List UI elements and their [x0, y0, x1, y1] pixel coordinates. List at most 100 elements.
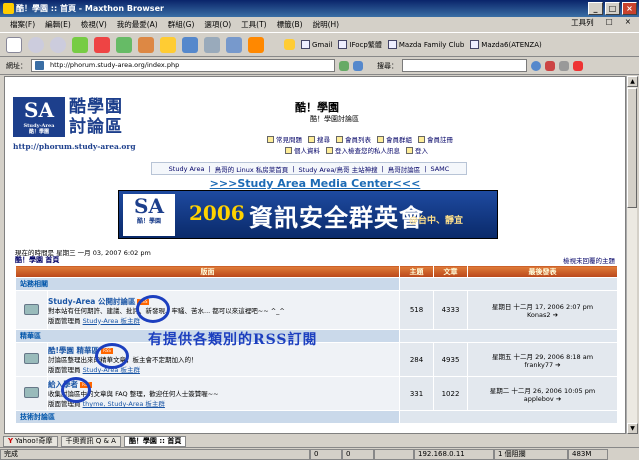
- favorite-link-mazda6[interactable]: Mazda6(ATENZA): [470, 40, 542, 49]
- menu-edit[interactable]: 編輯(E): [45, 19, 71, 30]
- forward-icon[interactable]: [50, 36, 66, 53]
- layout-icon[interactable]: [204, 36, 220, 53]
- message-icon: [326, 146, 333, 154]
- menu-favorites[interactable]: 我的最愛(A): [117, 19, 158, 30]
- dropdown-icon[interactable]: [353, 60, 363, 71]
- logo-url: http://phorum.study-area.org: [13, 142, 136, 151]
- new-page-icon[interactable]: [6, 36, 22, 53]
- home-icon[interactable]: [138, 36, 154, 53]
- nav-row-primary: 常見問題 搜尋 會員列表 會員群組 會員註冊: [267, 134, 453, 144]
- nav-search[interactable]: 搜尋: [308, 134, 330, 144]
- banner-year: 2006: [189, 201, 245, 225]
- menu-help[interactable]: 說明(H): [313, 19, 340, 30]
- category-name[interactable]: 技術討論區: [15, 410, 400, 424]
- menu-tabs[interactable]: 標籤(B): [277, 19, 303, 30]
- link-separator: |: [381, 164, 384, 173]
- nav-profile[interactable]: 個人資料: [285, 145, 320, 155]
- tab-label: Yahoo!奇摩: [15, 437, 53, 445]
- link-site-search[interactable]: Study Area/鳥哥 主站神搜: [299, 164, 378, 174]
- minimize-button[interactable]: _: [588, 2, 603, 15]
- members-icon: [336, 135, 343, 143]
- nav-pm[interactable]: 登入檢查您的私人訊息: [326, 145, 400, 155]
- search-input[interactable]: [402, 59, 527, 72]
- open-icon[interactable]: [72, 36, 88, 53]
- status-text: 完成: [0, 448, 310, 460]
- nav-groups[interactable]: 會員群組: [377, 134, 412, 144]
- favorite-link-gmail[interactable]: Gmail: [301, 40, 332, 49]
- menu-groups[interactable]: 群組(G): [168, 19, 195, 30]
- favorites-star-icon[interactable]: [160, 36, 176, 53]
- close-button[interactable]: ×: [622, 2, 637, 15]
- add-favorite-icon[interactable]: [284, 39, 295, 50]
- moderators-link[interactable]: Study-Area 板主群: [83, 317, 140, 325]
- media-center-link[interactable]: >>>Study Area Media Center<<<: [5, 177, 625, 190]
- window-title-bar[interactable]: 酷！學園 :: 首頁 - Maxthon Browser _ □ ×: [0, 0, 639, 17]
- favorite-link-ifocp[interactable]: IFocp繁體: [338, 40, 382, 50]
- vertical-scrollbar[interactable]: ▲ ▼: [626, 76, 638, 434]
- unanswered-topics-link[interactable]: 檢視未回覆的主題: [563, 255, 615, 265]
- go-icon[interactable]: [339, 60, 349, 71]
- back-icon[interactable]: [28, 36, 44, 53]
- post-count: 4333: [433, 290, 468, 330]
- tab-yahoo[interactable]: Y Yahoo!奇摩: [3, 435, 58, 447]
- link-study-area[interactable]: Study Area: [169, 165, 205, 173]
- last-post-user[interactable]: Konas2: [527, 311, 551, 319]
- scroll-down-icon[interactable]: ▼: [627, 423, 638, 434]
- scroll-thumb[interactable]: [627, 88, 637, 208]
- close-tab-button[interactable]: ×: [625, 17, 631, 28]
- nav-login[interactable]: 登入: [406, 145, 428, 155]
- restore-tab-button[interactable]: □: [606, 17, 613, 28]
- mail-icon[interactable]: [559, 60, 569, 71]
- address-input[interactable]: http://phorum.study-area.org/index.php: [31, 59, 335, 72]
- memory-usage: 483M: [568, 448, 608, 460]
- header-topics: 主題: [399, 265, 434, 278]
- tab-bar: Y Yahoo!奇摩 千奧資訊 Q & A 酷！學園 :: 首頁: [0, 435, 639, 447]
- menu-options[interactable]: 選項(O): [204, 19, 231, 30]
- last-post-user[interactable]: applebov: [524, 395, 554, 403]
- moderators-link[interactable]: thyme, Study-Area 板主群: [83, 400, 165, 408]
- scroll-up-icon[interactable]: ▲: [627, 76, 638, 87]
- rss-icon[interactable]: [248, 36, 264, 53]
- go-to-post-icon[interactable]: ➔: [555, 361, 560, 369]
- search-icon[interactable]: [531, 60, 541, 71]
- undo-icon[interactable]: [182, 36, 198, 53]
- popup-blocker[interactable]: 1 個阻攔: [494, 448, 568, 460]
- highlight-icon[interactable]: [545, 60, 555, 71]
- forum-name[interactable]: 酷!學園 精華區: [48, 346, 99, 355]
- forum-name[interactable]: Study-Area 公開討論區: [48, 297, 135, 306]
- event-banner[interactable]: SA 酷！學園 2006 資訊安全群英會 @台中、靜宜: [118, 190, 498, 239]
- go-to-post-icon[interactable]: ➔: [556, 395, 561, 403]
- logo-mark-badge: 酷！學園: [28, 129, 49, 135]
- banner-logo: SA 酷！學園: [123, 194, 175, 236]
- link-samc[interactable]: SAMC: [430, 165, 449, 173]
- menu-tools[interactable]: 工具(T): [241, 19, 266, 30]
- menu-file[interactable]: 檔案(F): [10, 19, 35, 30]
- stop-icon[interactable]: [94, 36, 110, 53]
- tab-study-area[interactable]: 酷！學園 :: 首頁: [123, 435, 187, 447]
- last-post-user[interactable]: franky77: [524, 361, 553, 369]
- favorite-label: Mazda Family Club: [398, 40, 465, 49]
- toolbar-menu[interactable]: 工具列: [571, 17, 594, 28]
- maximize-button[interactable]: □: [605, 2, 620, 15]
- menu-view[interactable]: 檢視(V): [81, 19, 107, 30]
- nav-row-secondary: 個人資料 登入檢查您的私人訊息 登入: [285, 145, 428, 155]
- options-icon[interactable]: [573, 60, 583, 71]
- register-icon: [418, 135, 425, 143]
- link-vbird-home[interactable]: 鳥哥的 Linux 私房菜首頁: [215, 164, 289, 174]
- search-label: 搜尋：: [377, 61, 398, 70]
- breadcrumb[interactable]: 酷！學園 首頁: [15, 255, 59, 265]
- profile-icon: [285, 146, 292, 154]
- refresh-icon[interactable]: [116, 36, 132, 53]
- main-toolbar: Gmail IFocp繁體 Mazda Family Club Mazda6(A…: [0, 32, 639, 57]
- split-icon[interactable]: [226, 36, 242, 53]
- link-vbird-forum[interactable]: 鳥哥討論區: [388, 164, 421, 174]
- nav-register[interactable]: 會員註冊: [418, 134, 453, 144]
- category-name[interactable]: 站務相關: [15, 277, 400, 291]
- nav-faq[interactable]: 常見問題: [267, 134, 302, 144]
- favorite-link-mazda-club[interactable]: Mazda Family Club: [387, 40, 465, 49]
- folder-icon: [24, 303, 39, 315]
- site-logo[interactable]: SA Study-Area 酷！學園 酷學園 討論區 http://phorum…: [13, 97, 173, 155]
- nav-memberlist[interactable]: 會員列表: [336, 134, 371, 144]
- tab-qa[interactable]: 千奧資訊 Q & A: [60, 435, 121, 447]
- go-to-post-icon[interactable]: ➔: [553, 311, 558, 319]
